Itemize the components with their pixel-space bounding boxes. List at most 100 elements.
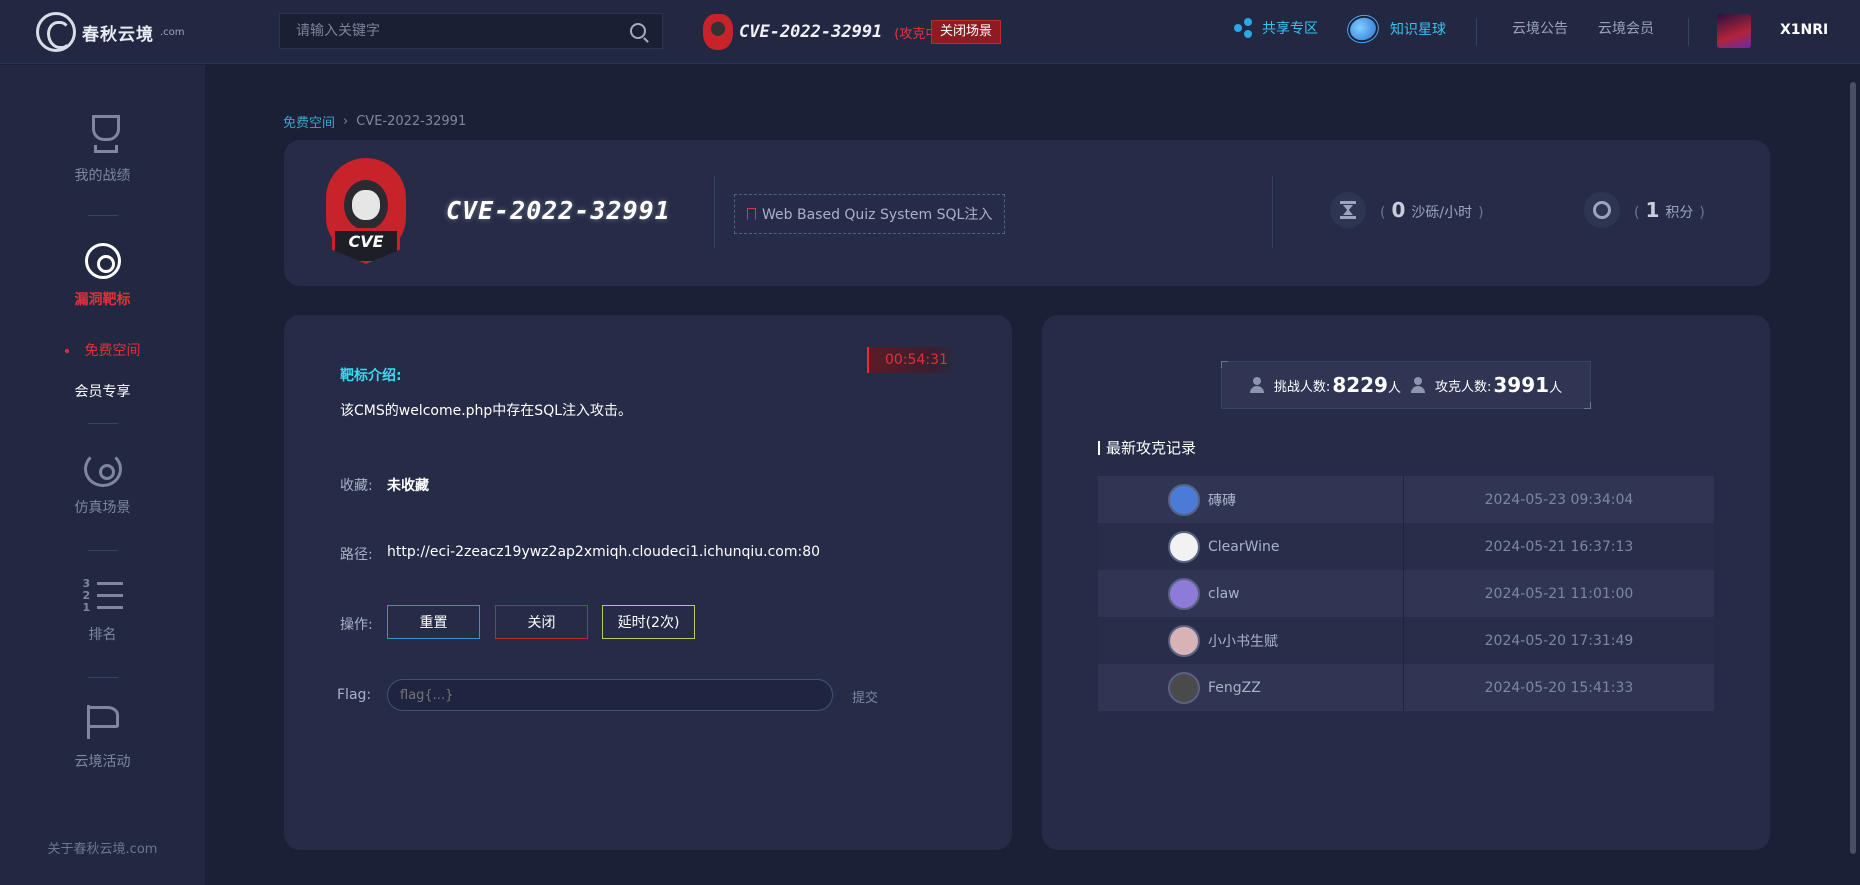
hourglass-icon [1330, 192, 1366, 228]
stats-panel: 挑战人数: 8229人 攻克人数: 3991人 最新攻克记录 磚磚 2024-0… [1042, 315, 1770, 850]
favorite-label: 收藏: [340, 478, 373, 494]
trophy-icon [84, 115, 122, 155]
nav-share-label: 共享专区 [1262, 21, 1318, 37]
simulation-icon [83, 451, 122, 487]
breadcrumb: 免费空间 › CVE-2022-32991 [283, 112, 466, 131]
page-scrollbar[interactable] [1847, 64, 1859, 885]
active-dot [64, 349, 69, 353]
cost-value: 0 [1391, 198, 1406, 222]
nav-membership[interactable]: 云境会员 [1598, 18, 1654, 38]
avatar [1168, 530, 1200, 563]
countdown-timer: 00:54:31 [867, 347, 957, 373]
current-target: CVE-2022-32991 (攻克中) [703, 14, 943, 50]
current-target-title: CVE-2022-32991 [739, 22, 883, 42]
nav-knowledge-label: 知识星球 [1390, 22, 1446, 38]
top-bar: 春秋云境 .com CVE-2022-32991 (攻克中) 关闭场景 共享专区… [0, 0, 1860, 64]
nav-divider [1476, 18, 1477, 46]
target-icon [84, 243, 121, 279]
user-icon [1411, 377, 1425, 393]
close-button[interactable]: 关闭 [495, 605, 588, 639]
user-avatar[interactable] [1717, 14, 1751, 48]
sidebar-item-ranking[interactable]: 321 排名 [0, 578, 205, 644]
record-user: claw [1208, 585, 1240, 602]
solvers-unit: 人 [1549, 381, 1563, 396]
table-row: ClearWine 2024-05-21 16:37:13 [1098, 523, 1714, 570]
user-icon [1249, 377, 1264, 393]
ranking-icon: 321 [83, 578, 123, 614]
table-row: 磚磚 2024-05-23 09:34:04 [1098, 476, 1714, 523]
site-logo[interactable]: 春秋云境 .com [36, 12, 185, 52]
divider [1272, 176, 1273, 248]
avatar [1168, 577, 1200, 610]
solvers-label: 攻克人数: [1435, 379, 1492, 395]
challengers-label: 挑战人数: [1273, 379, 1331, 395]
chevron-right-icon: › [343, 114, 349, 129]
sidebar: 我的战绩 漏洞靶标 免费空间 会员专享 仿真场景 321 排名 云境活动 [0, 65, 205, 885]
target-header-card: CVE CVE-2022-32991 Web Based Quiz System… [284, 140, 1770, 286]
sidebar-divider [88, 677, 118, 678]
sidebar-item-label: 仿真场景 [74, 500, 131, 516]
nav-announcement[interactable]: 云境公告 [1512, 18, 1568, 38]
record-user: FengZZ [1208, 679, 1261, 696]
avatar [1168, 624, 1200, 657]
record-time: 2024-05-21 16:37:13 [1484, 538, 1634, 555]
cve-logo: CVE [326, 158, 406, 270]
points-value: 1 [1645, 198, 1660, 222]
flag-icon [85, 703, 121, 741]
nav-knowledge[interactable]: 知识星球 [1347, 15, 1446, 43]
record-user: 小小书生赋 [1208, 633, 1278, 650]
sidebar-divider [88, 423, 118, 424]
record-time: 2024-05-20 15:41:33 [1484, 679, 1634, 696]
share-icon [1234, 18, 1254, 38]
flag-label: Flag: [337, 687, 372, 703]
sidebar-item-simulation[interactable]: 仿真场景 [0, 451, 205, 517]
scrollbar-thumb[interactable] [1850, 82, 1856, 854]
record-time: 2024-05-20 17:31:49 [1484, 632, 1634, 649]
record-user: 磚磚 [1208, 492, 1236, 509]
points-unit: 积分 [1665, 205, 1694, 221]
sidebar-subitem-members[interactable]: 会员专享 [0, 381, 205, 401]
points-stat: (1 积分) [1584, 192, 1705, 228]
bookmark-icon [747, 208, 756, 220]
sidebar-item-vuln-targets[interactable]: 漏洞靶标 [0, 243, 205, 309]
target-detail-panel: 00:54:31 靶标介绍: 该CMS的welcome.php中存在SQL注入攻… [284, 315, 1012, 850]
cost-unit: 沙砾/小时 [1411, 205, 1473, 221]
avatar [1168, 671, 1200, 704]
planet-icon [1347, 15, 1379, 43]
nav-share[interactable]: 共享专区 [1234, 18, 1318, 38]
search-bar [279, 13, 663, 49]
sidebar-item-events[interactable]: 云境活动 [0, 703, 205, 771]
extend-button[interactable]: 延时(2次) [602, 605, 695, 639]
sidebar-subitem-free[interactable]: 免费空间 [0, 340, 205, 360]
target-title: CVE-2022-32991 [446, 196, 671, 225]
path-url[interactable]: http://eci-2zeacz19ywz2ap2xmiqh.cloudeci… [387, 544, 820, 560]
logo-icon [36, 12, 76, 52]
challengers-unit: 人 [1387, 381, 1401, 396]
record-user: ClearWine [1208, 538, 1280, 555]
sidebar-subitem-label: 免费空间 [84, 343, 141, 359]
flag-input[interactable] [387, 679, 833, 711]
solvers-count: 3991 [1493, 373, 1550, 397]
logo-text: 春秋云境 [82, 24, 154, 45]
sidebar-item-label: 云境活动 [74, 754, 131, 770]
reset-button[interactable]: 重置 [387, 605, 480, 639]
records-title: 最新攻克记录 [1098, 437, 1196, 458]
search-input[interactable] [296, 23, 630, 39]
breadcrumb-link[interactable]: 免费空间 [283, 112, 335, 131]
about-link[interactable]: 关于春秋云境.com [0, 838, 205, 857]
submit-button[interactable]: 提交 [852, 687, 878, 706]
sidebar-item-records[interactable]: 我的战绩 [0, 115, 205, 185]
target-tag-label: Web Based Quiz System SQL注入 [762, 207, 993, 223]
medal-icon [1584, 192, 1620, 228]
record-time: 2024-05-23 09:34:04 [1484, 491, 1634, 508]
challenge-counts: 挑战人数: 8229人 攻克人数: 3991人 [1221, 361, 1591, 409]
record-time: 2024-05-21 11:01:00 [1484, 585, 1634, 602]
favorite-toggle[interactable]: 未收藏 [387, 475, 429, 495]
breadcrumb-current: CVE-2022-32991 [356, 114, 467, 129]
search-icon[interactable] [630, 23, 646, 39]
target-tag: Web Based Quiz System SQL注入 [734, 194, 1006, 234]
sidebar-divider [88, 550, 118, 551]
close-scene-button[interactable]: 关闭场景 [931, 20, 1002, 44]
username[interactable]: X1NRI [1780, 22, 1828, 38]
table-row: claw 2024-05-21 11:01:00 [1098, 570, 1714, 617]
